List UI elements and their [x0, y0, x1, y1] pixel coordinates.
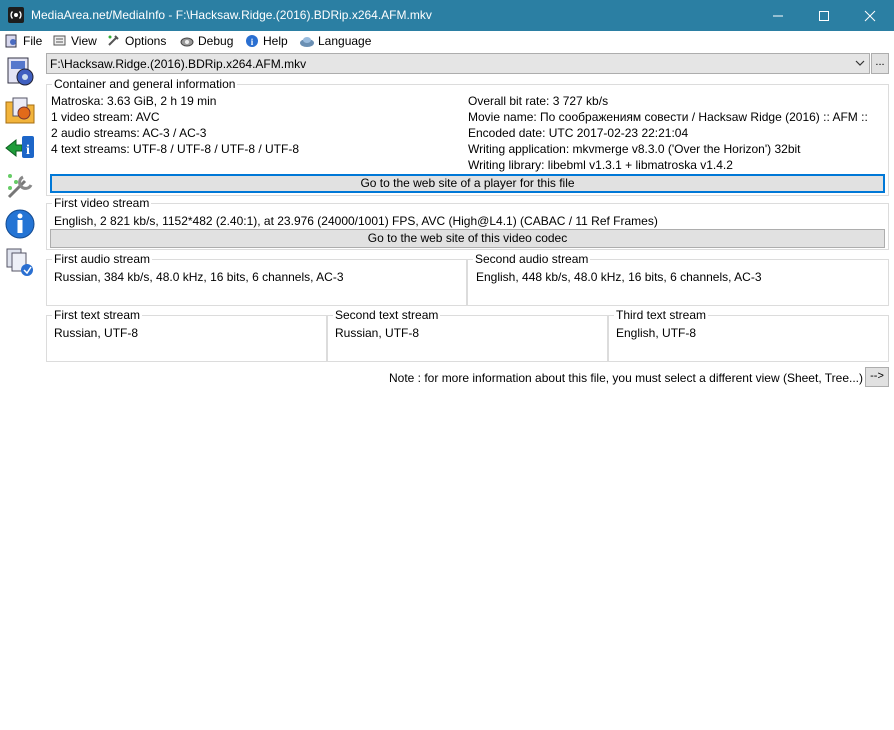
file-icon: [5, 34, 17, 48]
close-icon: [864, 10, 876, 22]
maximize-icon: [819, 11, 829, 21]
general-info-group: Container and general information Matros…: [46, 78, 889, 196]
browse-button[interactable]: ...: [871, 53, 889, 74]
general-writing-app: Writing application: mkvmerge v8.3.0 ('O…: [468, 142, 801, 156]
language-icon: [300, 37, 314, 47]
close-button[interactable]: [847, 0, 893, 31]
sidebar-knowledge-base[interactable]: [3, 245, 37, 279]
general-movie-name: Movie name: По соображениям совести / Ha…: [468, 110, 868, 124]
sidebar-about[interactable]: [3, 207, 37, 241]
general-video-count: 1 video stream: AVC: [51, 110, 160, 124]
menu-view[interactable]: View: [52, 33, 98, 50]
menu-debug[interactable]: Debug: [179, 33, 237, 50]
menu-language[interactable]: Language: [299, 33, 374, 50]
menu-options[interactable]: Options: [106, 33, 172, 50]
general-audio-count: 2 audio streams: AC-3 / AC-3: [51, 126, 207, 140]
mediainfo-app-icon: [8, 7, 24, 23]
view-icon: [53, 35, 66, 46]
second-text-title: Second text stream: [333, 308, 441, 322]
sidebar-preferences[interactable]: [3, 169, 37, 203]
open-file-icon: [7, 57, 34, 86]
second-text-group: Second text stream Russian, UTF-8: [327, 309, 608, 362]
second-audio-title: Second audio stream: [473, 252, 591, 266]
video-stream-info: English, 2 821 kb/s, 1152*482 (2.40:1), …: [54, 214, 658, 228]
export-icon: i: [5, 136, 34, 158]
general-format-line: Matroska: 3.63 GiB, 2 h 19 min: [51, 94, 217, 108]
knowledge-base-icon: [6, 248, 33, 276]
codec-website-button[interactable]: Go to the web site of this video codec: [50, 229, 885, 248]
second-audio-group: Second audio stream English, 448 kb/s, 4…: [467, 253, 889, 306]
menu-file[interactable]: File: [4, 33, 44, 50]
general-encoded-date: Encoded date: UTC 2017-02-23 22:21:04: [468, 126, 689, 140]
debug-icon: [180, 37, 194, 47]
second-text-info: Russian, UTF-8: [335, 326, 420, 340]
first-audio-info: Russian, 384 kb/s, 48.0 kHz, 16 bits, 6 …: [54, 270, 344, 284]
chevron-down-icon: [855, 60, 865, 66]
change-view-button[interactable]: -->: [865, 367, 889, 387]
svg-text:i: i: [26, 143, 30, 158]
preferences-icon: [7, 174, 33, 199]
menu-bar: File View Options Debug i Help Language: [0, 31, 894, 51]
video-stream-group: First video stream English, 2 821 kb/s, …: [46, 197, 889, 250]
sidebar-export[interactable]: i: [3, 131, 37, 165]
general-text-count: 4 text streams: UTF-8 / UTF-8 / UTF-8 / …: [51, 142, 300, 156]
minimize-icon: [773, 15, 783, 17]
title-bar[interactable]: MediaArea.net/MediaInfo - F:\Hacksaw.Rid…: [0, 0, 894, 31]
third-text-title: Third text stream: [614, 308, 709, 322]
general-writing-lib: Writing library: libebml v1.3.1 + libmat…: [468, 158, 733, 172]
sidebar-toolbar: i: [0, 51, 43, 730]
first-text-info: Russian, UTF-8: [54, 326, 139, 340]
view-note: Note : for more information about this f…: [389, 371, 863, 385]
help-icon: i: [246, 35, 258, 47]
first-audio-title: First audio stream: [52, 252, 153, 266]
sidebar-open-file[interactable]: [3, 55, 37, 89]
video-stream-title: First video stream: [52, 196, 152, 210]
minimize-button[interactable]: [755, 0, 801, 31]
file-select-combo[interactable]: F:\Hacksaw.Ridge.(2016).BDRip.x264.AFM.m…: [46, 53, 870, 74]
sidebar-open-folder[interactable]: [3, 93, 37, 127]
player-website-button[interactable]: Go to the web site of a player for this …: [50, 174, 885, 193]
second-audio-info: English, 448 kb/s, 48.0 kHz, 16 bits, 6 …: [476, 270, 762, 284]
options-icon: [108, 35, 119, 46]
general-bitrate: Overall bit rate: 3 727 kb/s: [468, 94, 609, 108]
third-text-info: English, UTF-8: [616, 326, 697, 340]
maximize-button[interactable]: [801, 0, 847, 31]
open-folder-icon: [5, 97, 35, 124]
window-title: MediaArea.net/MediaInfo - F:\Hacksaw.Rid…: [31, 8, 432, 22]
menu-help[interactable]: i Help: [244, 33, 292, 50]
file-select-value: F:\Hacksaw.Ridge.(2016).BDRip.x264.AFM.m…: [50, 57, 307, 71]
third-text-group: Third text stream English, UTF-8: [608, 309, 889, 362]
about-icon: [5, 209, 35, 239]
first-text-group: First text stream Russian, UTF-8: [46, 309, 327, 362]
first-audio-group: First audio stream Russian, 384 kb/s, 48…: [46, 253, 467, 306]
general-info-title: Container and general information: [52, 77, 238, 91]
first-text-title: First text stream: [52, 308, 143, 322]
